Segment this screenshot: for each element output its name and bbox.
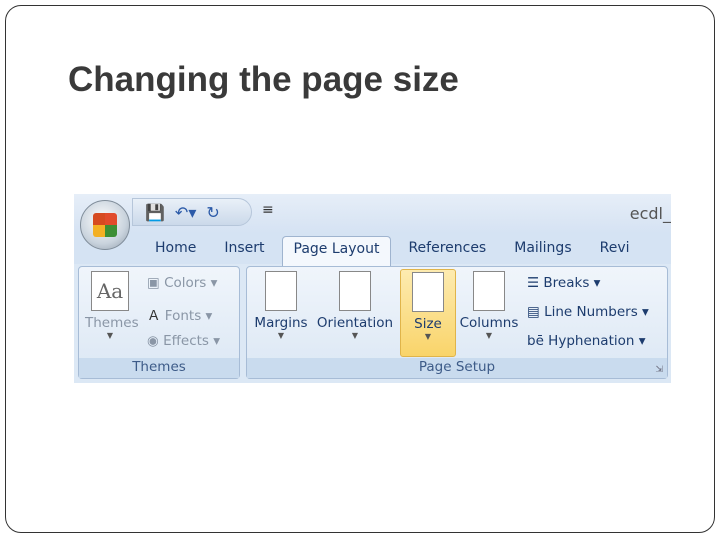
word-ribbon-screenshot: 💾 ↶▾ ↻ ≡ ecdl_ Aa Themes ▼ ▣ Colors ▾ Ａ F… [74,194,671,383]
tab-insert[interactable]: Insert [213,236,275,266]
size-icon [412,272,444,312]
slide-title: Changing the page size [68,60,459,99]
themes-button[interactable]: Aa Themes ▼ [85,271,139,340]
tab-home[interactable]: Home [144,236,207,266]
page-setup-group: Margins ▼ Orientation ▼ Size ▼ Columns ▼ ☰ B… [246,266,668,379]
tab-mailings[interactable]: Mailings [503,236,582,266]
effects-icon: ◉ [147,333,159,349]
themes-icon: Aa [91,271,129,311]
hyphenation-button[interactable]: bē Hyphenation ▾ [527,333,646,349]
hyphenation-icon: bē [527,333,544,349]
colors-button[interactable]: ▣ Colors ▾ [147,275,217,291]
fonts-icon: Ａ [147,308,161,324]
size-button[interactable]: Size ▼ [400,269,456,357]
quick-access-toolbar: 💾 ↶▾ ↻ [132,198,252,226]
margins-button[interactable]: Margins ▼ [251,271,311,340]
tab-page-layout[interactable]: Page Layout [281,236,392,266]
undo-icon[interactable]: ↶▾ [175,203,196,222]
ribbon: Aa Themes ▼ ▣ Colors ▾ Ａ Fonts ▾ ◉ Effect… [74,264,671,383]
themes-group: Aa Themes ▼ ▣ Colors ▾ Ａ Fonts ▾ ◉ Effect… [78,266,240,379]
breaks-icon: ☰ [527,275,540,291]
customize-icon[interactable]: ≡ [262,202,274,218]
line-numbers-icon: ▤ [527,304,540,320]
orientation-button[interactable]: Orientation ▼ [313,271,397,340]
dialog-launcher-icon[interactable]: ⇲ [655,365,663,375]
breaks-button[interactable]: ☰ Breaks ▾ [527,275,600,291]
columns-icon [473,271,505,311]
orientation-icon [339,271,371,311]
page-setup-group-label: Page Setup [247,358,667,378]
themes-group-label: Themes [79,358,239,378]
effects-button[interactable]: ◉ Effects ▾ [147,333,220,349]
redo-icon[interactable]: ↻ [206,203,219,222]
office-button[interactable] [80,200,130,250]
columns-button[interactable]: Columns ▼ [457,271,521,340]
tab-review[interactable]: Revi [589,236,641,266]
fonts-button[interactable]: Ａ Fonts ▾ [147,304,212,324]
document-title: ecdl_ [629,204,671,223]
line-numbers-button[interactable]: ▤ Line Numbers ▾ [527,304,649,320]
margins-icon [265,271,297,311]
colors-icon: ▣ [147,275,160,291]
ribbon-tabs: Home Insert Page Layout References Maili… [144,236,647,266]
save-icon[interactable]: 💾 [145,203,165,222]
tab-references[interactable]: References [397,236,497,266]
office-logo-icon [93,213,117,237]
